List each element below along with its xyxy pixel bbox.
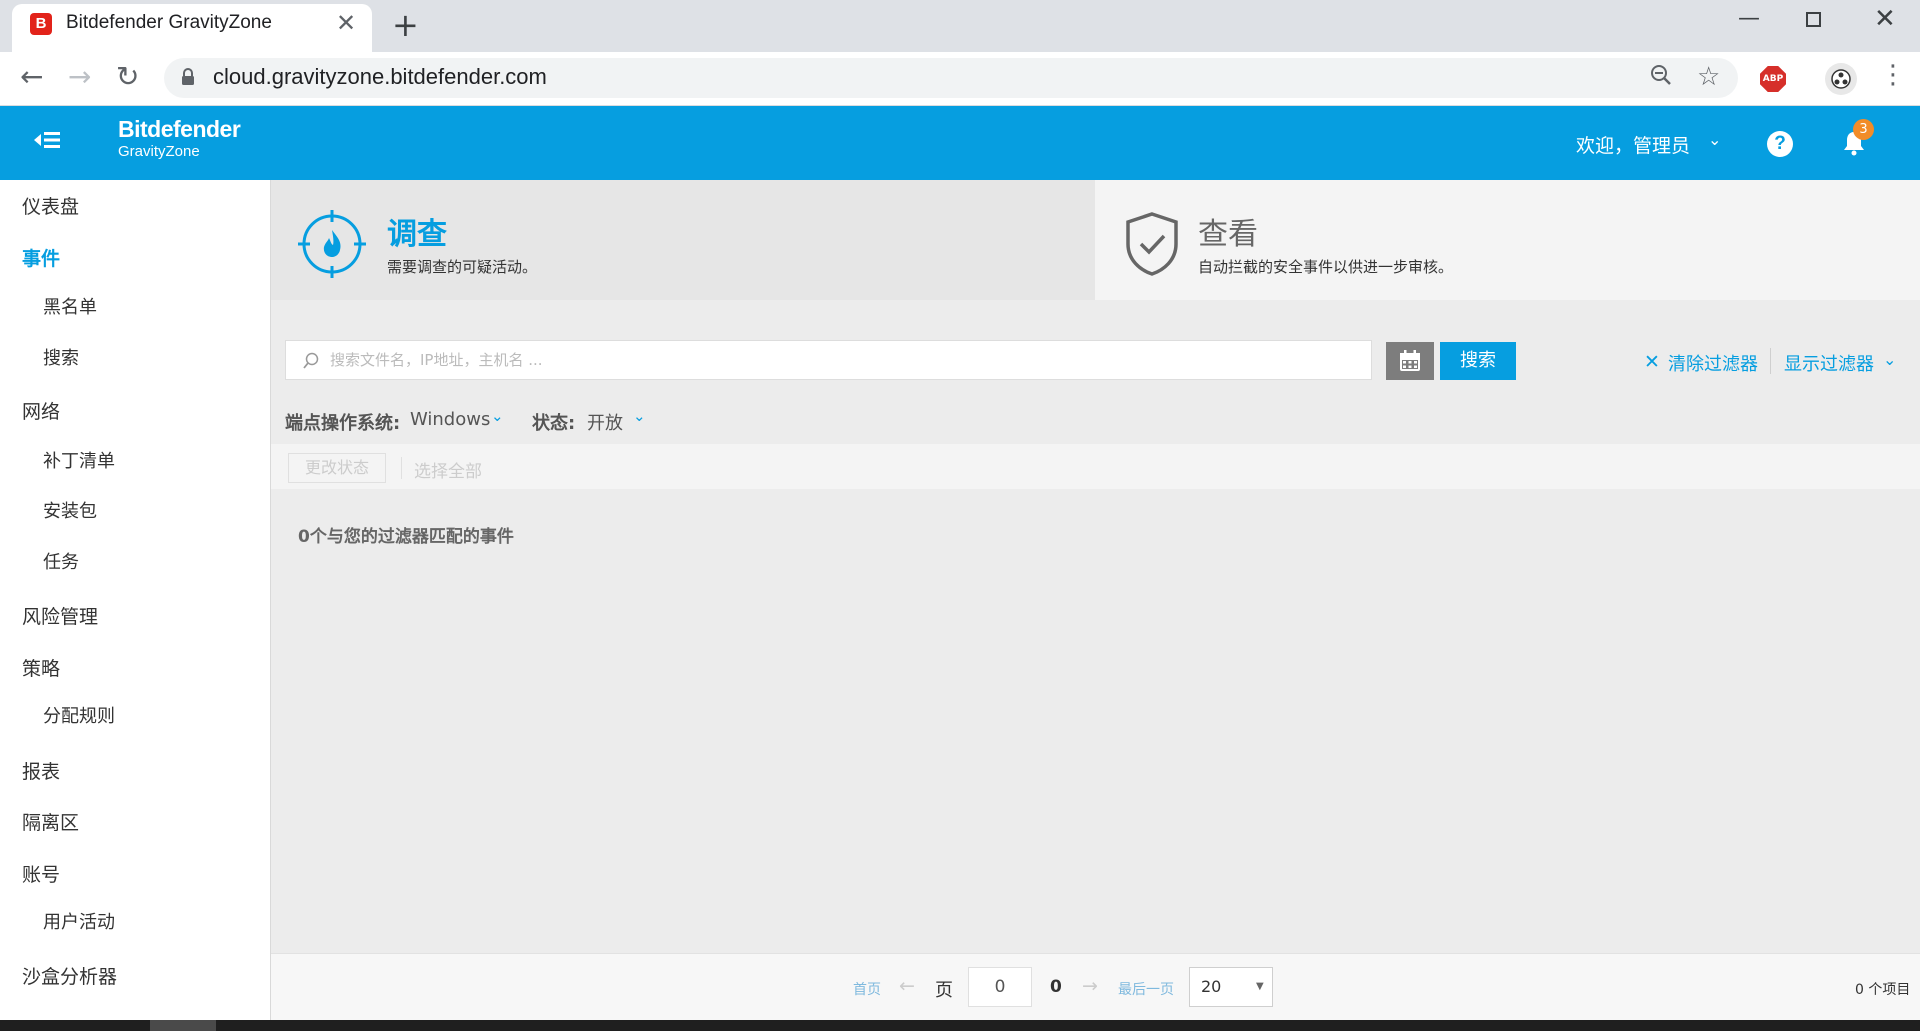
tab-close-icon[interactable]: ✕ xyxy=(336,9,356,37)
sidebar-item-network[interactable]: 网络 xyxy=(22,397,60,424)
bitdefender-favicon-icon: B xyxy=(30,13,52,35)
notification-badge: 3 xyxy=(1853,119,1874,140)
brand-product: GravityZone xyxy=(118,143,200,160)
url-text[interactable]: cloud.gravityzone.bitdefender.com xyxy=(213,64,547,90)
prev-page-arrow-icon[interactable]: ← xyxy=(899,975,915,997)
clear-filters-link[interactable]: 清除过滤器 xyxy=(1668,350,1758,376)
page-label: 页 xyxy=(935,980,953,1001)
back-icon[interactable]: ← xyxy=(20,60,43,93)
browser-menu-icon[interactable]: ⋮ xyxy=(1880,60,1906,90)
clear-icon[interactable]: ✕ xyxy=(1644,351,1660,373)
sidebar-item-blocklist[interactable]: 黑名单 xyxy=(43,293,97,319)
sidebar-item-reports[interactable]: 报表 xyxy=(22,757,60,784)
sidebar-item-accounts[interactable]: 账号 xyxy=(22,860,60,887)
select-all-button[interactable]: 选择全部 xyxy=(414,457,482,482)
zoom-out-icon[interactable] xyxy=(1650,64,1672,86)
investigate-desc: 需要调查的可疑活动。 xyxy=(387,258,538,276)
chevron-down-icon[interactable]: ⌄ xyxy=(1708,130,1721,149)
last-page-link[interactable]: 最后一页 xyxy=(1118,979,1174,999)
filter-divider xyxy=(1770,348,1771,374)
sidebar-item-policies[interactable]: 策略 xyxy=(22,654,60,681)
next-page-arrow-icon[interactable]: → xyxy=(1082,975,1098,997)
reload-icon[interactable]: ↻ xyxy=(116,60,139,93)
restore-icon[interactable] xyxy=(1806,12,1821,27)
sidebar-item-assignment-rules[interactable]: 分配规则 xyxy=(43,702,115,728)
sidebar-item-risk-management[interactable]: 风险管理 xyxy=(22,602,98,629)
bookmark-star-icon[interactable]: ☆ xyxy=(1697,62,1720,92)
shield-check-icon xyxy=(1126,212,1178,276)
calendar-icon xyxy=(1400,350,1420,371)
dropdown-arrow-icon: ▼ xyxy=(1256,981,1264,992)
action-bar xyxy=(271,444,1920,489)
investigate-flame-icon xyxy=(298,210,366,278)
review-desc: 自动拦截的安全事件以供进一步审核。 xyxy=(1198,258,1454,276)
sidebar-item-quarantine[interactable]: 隔离区 xyxy=(22,808,79,835)
taskbar-active-item[interactable] xyxy=(150,1020,216,1031)
os-filter-label: 端点操作系统: xyxy=(285,413,401,434)
os-filter-value[interactable]: Windows xyxy=(410,409,490,430)
search-button[interactable]: 搜索 xyxy=(1440,342,1516,380)
total-pages: 0 xyxy=(1050,977,1062,997)
sidebar-item-incidents[interactable]: 事件 xyxy=(22,244,60,271)
page-number-input[interactable] xyxy=(968,967,1032,1007)
status-filter-value[interactable]: 开放 xyxy=(587,409,623,435)
item-count: 0 个项目 xyxy=(1855,982,1911,998)
forward-icon[interactable]: → xyxy=(68,60,91,93)
sidebar-item-search[interactable]: 搜索 xyxy=(43,344,79,370)
review-title: 查看 xyxy=(1198,217,1258,252)
change-status-button[interactable]: 更改状态 xyxy=(288,453,386,483)
sidebar-item-patch-inventory[interactable]: 补丁清单 xyxy=(43,447,115,473)
brand-name: Bitdefender xyxy=(118,116,241,142)
window-close-icon[interactable]: ✕ xyxy=(1874,4,1896,34)
status-filter-label: 状态: xyxy=(532,413,576,434)
welcome-user-menu[interactable]: 欢迎，管理员 xyxy=(1576,131,1690,158)
lock-icon xyxy=(182,68,194,85)
investigate-title: 调查 xyxy=(387,217,447,252)
adblock-plus-icon[interactable]: ABP xyxy=(1760,66,1786,92)
page-size-value: 20 xyxy=(1201,977,1222,996)
os-taskbar xyxy=(0,1020,1920,1031)
extension-icon[interactable] xyxy=(1825,63,1857,95)
search-input[interactable] xyxy=(330,341,1360,379)
tab-title: Bitdefender GravityZone xyxy=(66,12,272,33)
chevron-down-icon[interactable]: ⌄ xyxy=(491,407,504,425)
chevron-down-icon[interactable]: ⌄ xyxy=(1883,350,1896,369)
search-icon xyxy=(303,352,319,369)
sidebar-item-user-activity[interactable]: 用户活动 xyxy=(43,908,115,934)
first-page-link[interactable]: 首页 xyxy=(853,979,881,999)
help-icon[interactable]: ? xyxy=(1767,131,1793,157)
chevron-down-icon[interactable]: ⌄ xyxy=(633,407,646,425)
minimize-icon[interactable]: — xyxy=(1738,6,1760,31)
collapse-menu-icon[interactable] xyxy=(34,131,60,149)
sidebar-item-packages[interactable]: 安装包 xyxy=(43,497,97,523)
action-divider xyxy=(401,457,402,479)
empty-results-message: 0个与您的过滤器匹配的事件 xyxy=(298,527,514,547)
new-tab-icon[interactable]: + xyxy=(392,6,419,44)
sidebar-item-sandbox-analyzer[interactable]: 沙盒分析器 xyxy=(22,962,117,989)
sidebar-item-tasks[interactable]: 任务 xyxy=(43,548,79,574)
sidebar-item-dashboard[interactable]: 仪表盘 xyxy=(22,192,79,219)
show-filters-link[interactable]: 显示过滤器 xyxy=(1784,350,1874,376)
